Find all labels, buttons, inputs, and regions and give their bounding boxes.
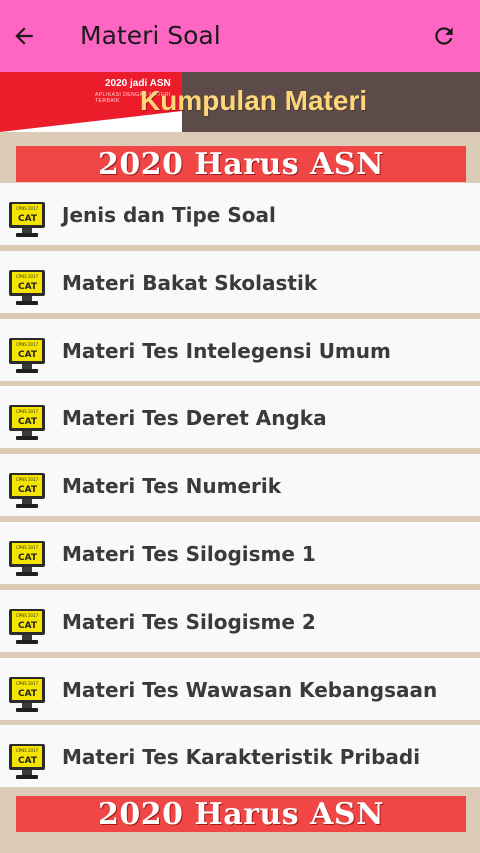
- list-item[interactable]: CPNS 2017 CAT Materi Tes Intelegensi Umum: [0, 318, 480, 382]
- list-item-label: Materi Tes Silogisme 1: [62, 542, 316, 566]
- svg-text:CPNS 2017: CPNS 2017: [16, 206, 39, 211]
- list-item-label: Materi Tes Silogisme 2: [62, 609, 316, 634]
- list-item-label: Materi Tes Numerik: [62, 474, 282, 499]
- svg-text:CPNS 2017: CPNS 2017: [16, 681, 39, 686]
- list-item-label: Materi Tes Wawasan Kebangsaan: [62, 677, 438, 702]
- list-item[interactable]: CPNS 2017 CAT Materi Tes Numerik: [0, 454, 480, 518]
- svg-text:CPNS 2017: CPNS 2017: [16, 342, 39, 347]
- svg-text:CPNS 2017: CPNS 2017: [16, 477, 39, 482]
- cat-monitor-icon: CPNS 2017 CAT: [7, 336, 47, 376]
- list-item-label: Materi Tes Intelegensi Umum: [62, 338, 391, 363]
- svg-text:CAT: CAT: [18, 282, 38, 292]
- svg-text:CPNS 2017: CPNS 2017: [16, 748, 39, 753]
- svg-text:CAT: CAT: [18, 756, 38, 766]
- list-item[interactable]: CPNS 2017 CAT Materi Tes Wawasan Kebangsaa…: [0, 657, 480, 721]
- refresh-icon[interactable]: [428, 20, 460, 52]
- cat-monitor-icon: CPNS 2017 CAT: [7, 200, 47, 240]
- list-item-label: Materi Tes Deret Angka: [62, 406, 327, 431]
- svg-text:CAT: CAT: [18, 689, 38, 699]
- asn-banner-bottom: 2020 Harus ASN: [0, 790, 480, 840]
- app-bar: Materi Soal: [0, 0, 480, 72]
- cat-monitor-icon: CPNS 2017 CAT: [7, 268, 47, 308]
- list-item[interactable]: CPNS 2017 CAT Materi Tes Deret Angka: [0, 386, 480, 450]
- list-item-label: Materi Bakat Skolastik: [62, 270, 318, 295]
- list-item[interactable]: CPNS 2017 CAT Materi Bakat Skolastik: [0, 250, 480, 314]
- list-item[interactable]: CPNS 2017 CAT Materi Tes Silogisme 1: [0, 522, 480, 585]
- asn-banner-text: 2020 Harus ASN: [97, 146, 385, 182]
- cat-monitor-icon: CPNS 2017 CAT: [7, 539, 47, 579]
- svg-text:CPNS 2017: CPNS 2017: [16, 613, 39, 618]
- header-banner: 2020 jadi ASN APLIKASI DENGAN MATERI TER…: [0, 72, 480, 132]
- asn-banner-text: 2020 Harus ASN: [97, 796, 385, 832]
- list-item-label: Jenis dan Tipe Soal: [62, 203, 276, 227]
- list-item[interactable]: CPNS 2017 CAT Materi Tes Karakteristik Pri…: [0, 725, 480, 789]
- list-item[interactable]: CPNS 2017 CAT Jenis dan Tipe Soal: [0, 183, 480, 246]
- cat-monitor-icon: CPNS 2017 CAT: [7, 471, 47, 511]
- page-title: Materi Soal: [80, 21, 221, 50]
- svg-text:CAT: CAT: [18, 485, 38, 495]
- list-item[interactable]: CPNS 2017 CAT Materi Tes Silogisme 2: [0, 589, 480, 653]
- svg-text:CAT: CAT: [18, 214, 38, 224]
- cat-monitor-icon: CPNS 2017 CAT: [7, 675, 47, 715]
- cat-monitor-icon: CPNS 2017 CAT: [7, 742, 47, 782]
- svg-text:CAT: CAT: [18, 350, 38, 360]
- banner-caption: Kumpulan Materi: [140, 85, 368, 116]
- arrow-left-icon[interactable]: [8, 20, 40, 52]
- svg-text:CPNS 2017: CPNS 2017: [16, 274, 39, 279]
- svg-text:CPNS 2017: CPNS 2017: [16, 409, 39, 414]
- cat-monitor-icon: CPNS 2017 CAT: [7, 607, 47, 647]
- list-item-label: Materi Tes Karakteristik Pribadi: [62, 745, 421, 770]
- cat-monitor-icon: CPNS 2017 CAT: [7, 403, 47, 443]
- svg-text:CAT: CAT: [18, 553, 38, 563]
- svg-text:CAT: CAT: [18, 621, 38, 631]
- svg-text:CAT: CAT: [18, 417, 38, 427]
- svg-text:CPNS 2017: CPNS 2017: [16, 545, 39, 550]
